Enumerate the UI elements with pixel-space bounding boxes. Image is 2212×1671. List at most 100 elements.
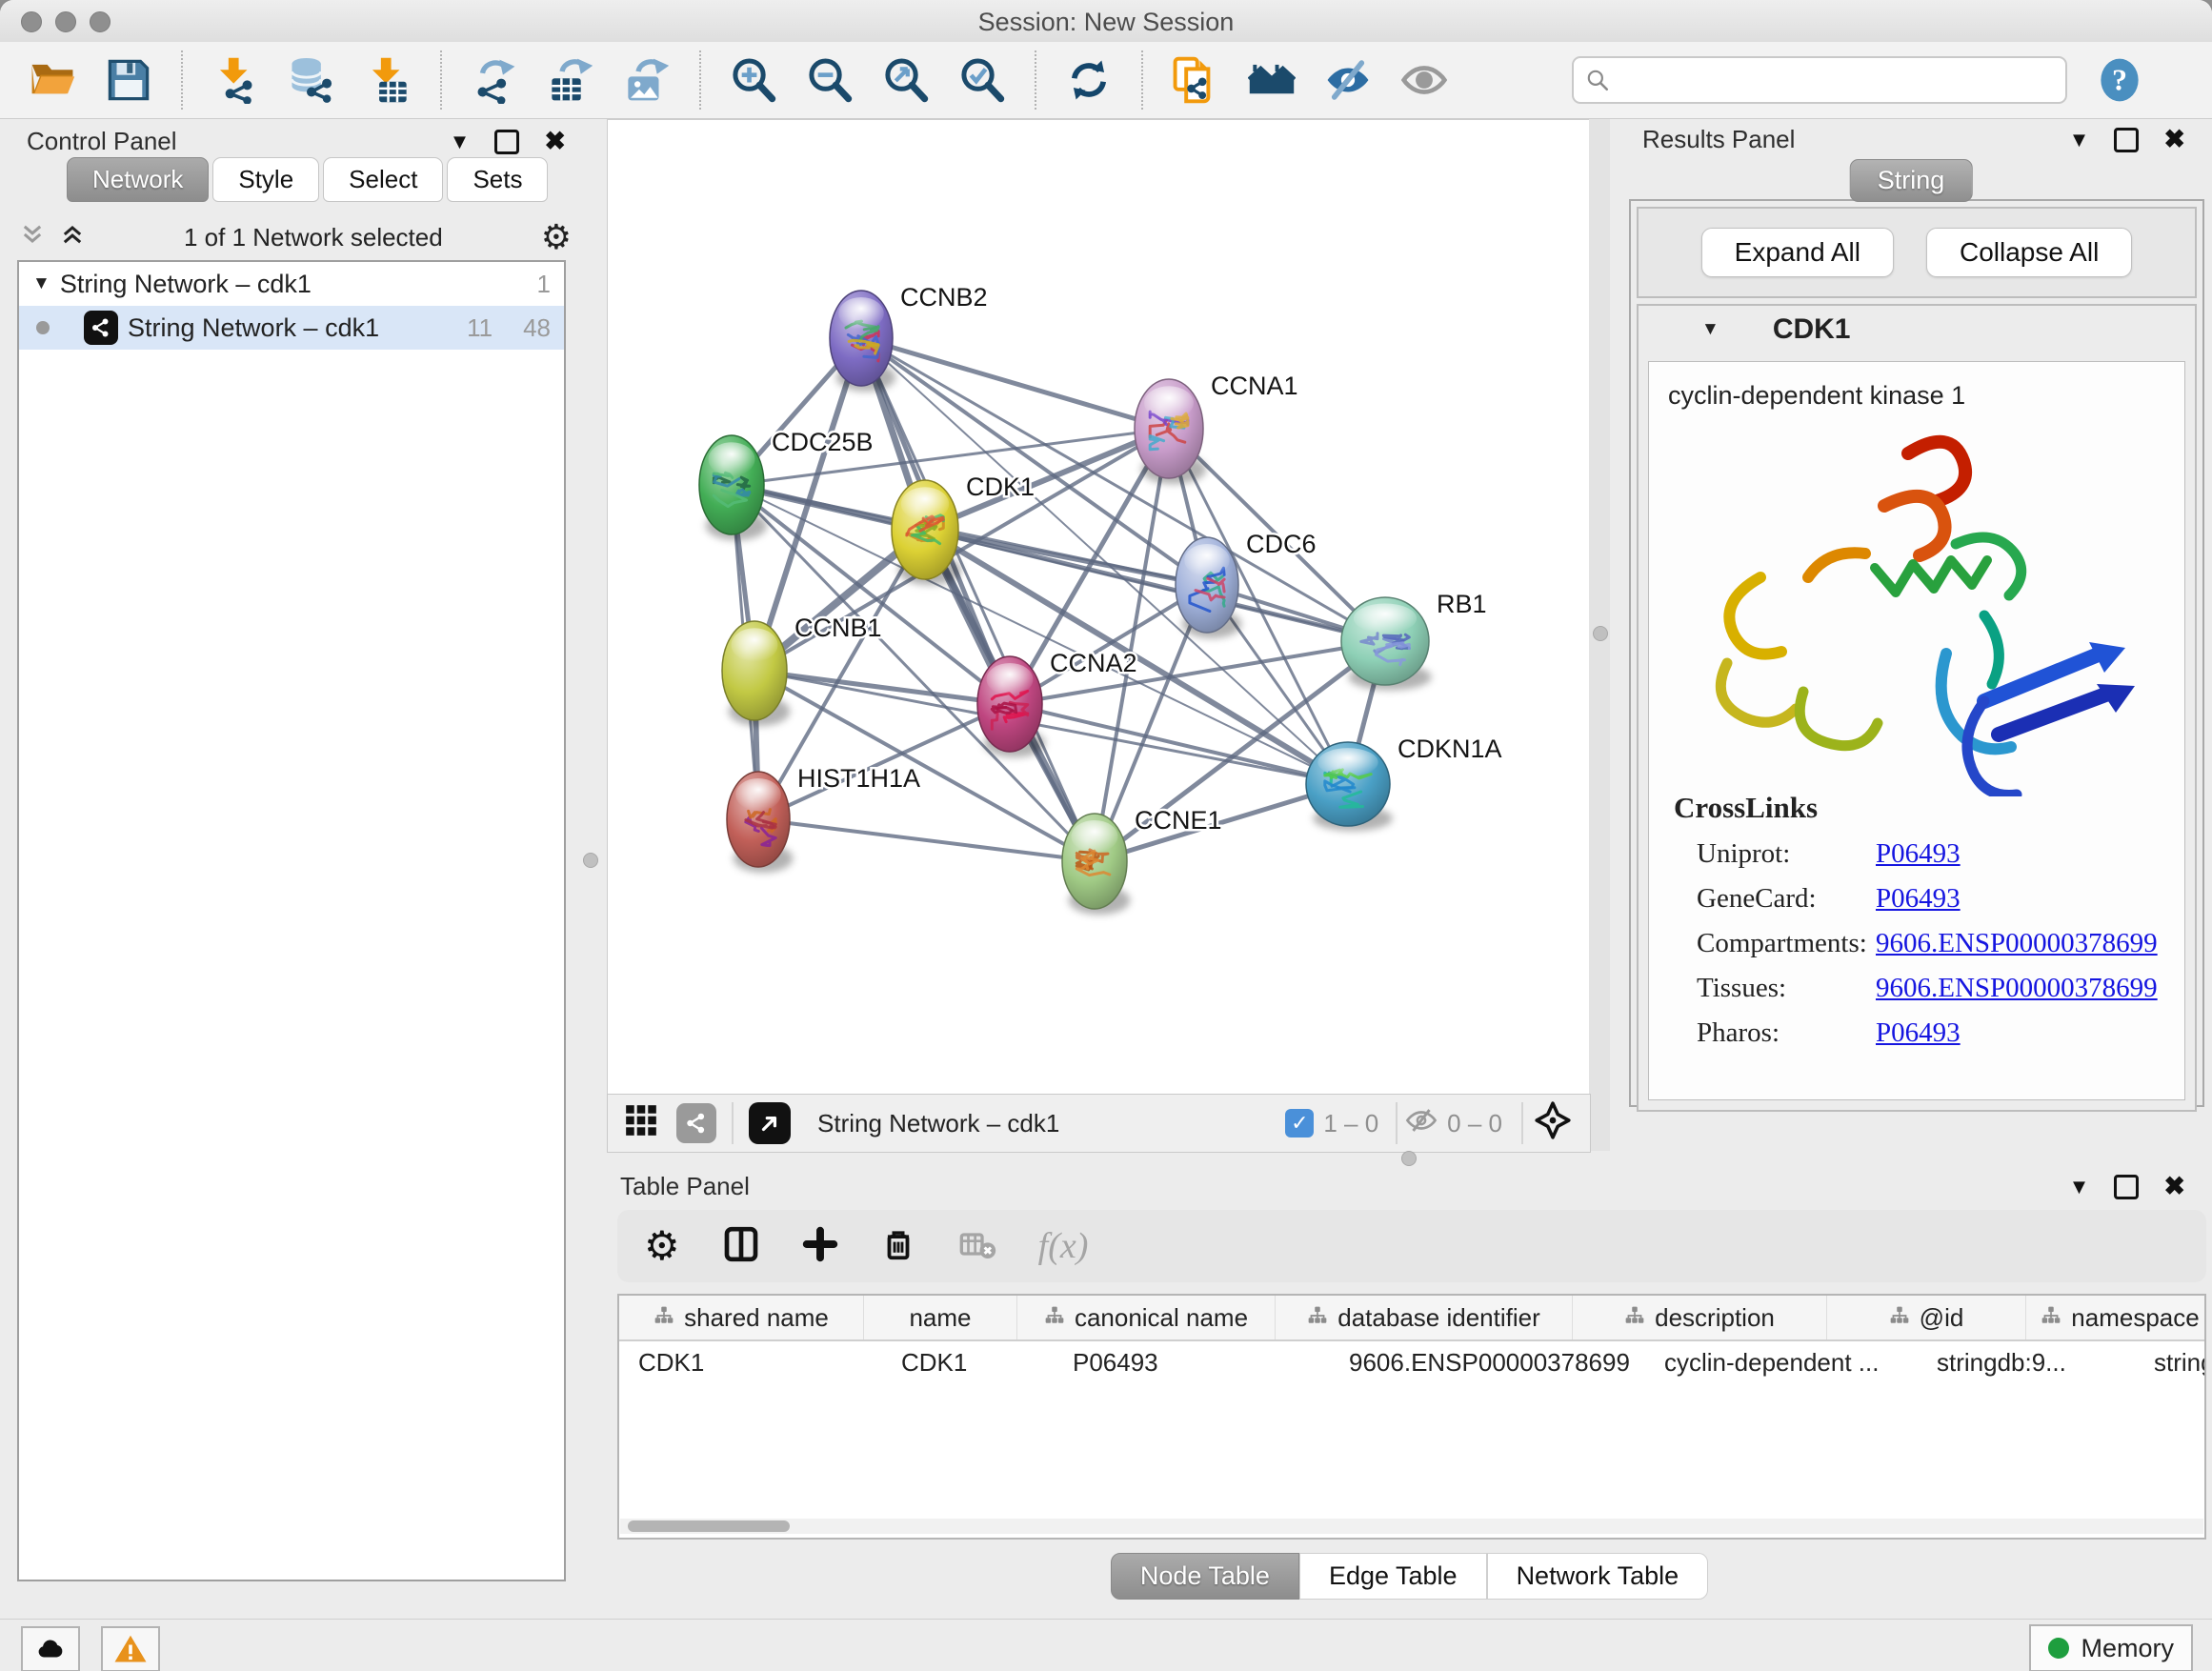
network-options-gear-icon[interactable]: ⚙ <box>541 220 572 254</box>
column-header--id[interactable]: @id <box>1827 1296 2026 1339</box>
search-box <box>1572 56 2067 104</box>
function-builder-icon[interactable]: f(x) <box>1038 1225 1089 1267</box>
network-view-share-icon[interactable] <box>676 1103 716 1143</box>
tab-sets[interactable]: Sets <box>447 157 548 202</box>
tab-network[interactable]: Network <box>67 157 209 202</box>
control-panel-maximize-icon[interactable] <box>494 130 519 154</box>
import-table-icon[interactable] <box>364 56 412 104</box>
crosslink-label: Compartments: <box>1674 928 1876 959</box>
import-database-icon[interactable] <box>288 56 335 104</box>
open-session-icon[interactable] <box>29 56 76 104</box>
tab-style[interactable]: Style <box>212 157 319 202</box>
network-collection-row[interactable]: ▼ String Network – cdk1 1 <box>19 262 564 306</box>
first-neighbors-houses-icon[interactable] <box>1248 56 1296 104</box>
right-splitter[interactable] <box>1589 119 1610 1151</box>
table-row[interactable]: CDK1CDK1P064939606.ENSP00000378699cyclin… <box>619 1341 2204 1383</box>
network-edge-CCNA2-HIST1H1A[interactable] <box>758 704 1010 819</box>
delete-table-icon[interactable] <box>958 1225 996 1268</box>
table-settings-gear-icon[interactable]: ⚙ <box>644 1226 680 1266</box>
fit-selected-crosshair-icon[interactable] <box>1533 1100 1573 1147</box>
entry-expander-icon[interactable]: ▼ <box>1701 319 1719 340</box>
table-cell[interactable]: 9606.ENSP00000378699 <box>1330 1341 1645 1383</box>
memory-button[interactable]: Memory <box>2029 1624 2193 1671</box>
table-cell[interactable]: CDK1 <box>882 1341 1054 1383</box>
column-header-database-identifier[interactable]: database identifier <box>1276 1296 1573 1339</box>
scrollbar-thumb[interactable] <box>628 1520 790 1532</box>
column-header-name[interactable]: name <box>864 1296 1017 1339</box>
tab-select[interactable]: Select <box>323 157 443 202</box>
network-edge-CCNA2-CDKN1A[interactable] <box>1010 704 1348 784</box>
table-panel-maximize-icon[interactable] <box>2114 1175 2139 1199</box>
show-all-eye-icon[interactable] <box>1400 56 1448 104</box>
column-header-description[interactable]: description <box>1573 1296 1827 1339</box>
column-header-shared-name[interactable]: shared name <box>619 1296 864 1339</box>
expand-all-networks-icon[interactable] <box>59 221 86 254</box>
help-button[interactable]: ? <box>2096 56 2143 104</box>
collapse-all-networks-icon[interactable] <box>19 221 46 254</box>
detach-view-icon[interactable] <box>749 1102 791 1144</box>
collection-expander-icon[interactable]: ▼ <box>32 273 50 294</box>
column-header-namespace[interactable]: namespace <box>2026 1296 2206 1339</box>
expand-all-button[interactable]: Expand All <box>1701 228 1894 277</box>
control-panel-tabs: Network Style Select Sets <box>67 157 552 202</box>
table-panel: Table Panel ▼ ✖ ⚙ f(x) shared namenameca… <box>607 1164 2212 1620</box>
control-panel-close-icon[interactable]: ✖ <box>544 127 566 156</box>
network-view-toolbar: String Network – cdk1 ✓ 1 – 0 0 – 0 <box>607 1094 1591 1153</box>
network-edge-count: 48 <box>523 313 551 343</box>
table-cell[interactable]: P06493 <box>1054 1341 1330 1383</box>
add-column-icon[interactable] <box>802 1226 838 1267</box>
cloud-status-button[interactable] <box>21 1626 80 1671</box>
export-image-icon[interactable] <box>623 56 671 104</box>
table-panel-float-icon[interactable]: ▼ <box>2069 1175 2090 1199</box>
import-network-icon[interactable] <box>211 56 259 104</box>
refresh-icon[interactable] <box>1065 56 1113 104</box>
table-tab-node-table[interactable]: Node Table <box>1111 1553 1299 1600</box>
table-horizontal-scrollbar[interactable] <box>620 1519 2203 1534</box>
collapse-all-button[interactable]: Collapse All <box>1926 228 2132 277</box>
control-panel-float-icon[interactable]: ▼ <box>450 130 471 154</box>
node-result-entry: ▼ CDK1 cyclin-dependent kinase 1 <box>1637 304 2197 1112</box>
node-label-HIST1H1A: HIST1H1A <box>797 764 920 793</box>
table-cell[interactable]: stringdb <box>2135 1341 2206 1383</box>
results-panel-maximize-icon[interactable] <box>2114 128 2139 152</box>
crosslink-link[interactable]: P06493 <box>1876 1017 1961 1049</box>
table-tab-edge-table[interactable]: Edge Table <box>1299 1553 1487 1600</box>
delete-column-icon[interactable] <box>880 1226 916 1267</box>
column-header-canonical-name[interactable]: canonical name <box>1017 1296 1276 1339</box>
results-panel-title: Results Panel <box>1642 125 1795 154</box>
hide-selected-eye-icon[interactable] <box>1324 56 1372 104</box>
show-columns-icon[interactable] <box>722 1225 760 1268</box>
clone-network-icon[interactable] <box>1172 56 1219 104</box>
export-table-icon[interactable] <box>547 56 594 104</box>
left-splitter[interactable] <box>583 119 596 1605</box>
zoom-fit-icon[interactable] <box>882 56 930 104</box>
table-cell[interactable]: cyclin-dependent ... <box>1645 1341 1918 1383</box>
results-panel-float-icon[interactable]: ▼ <box>2069 128 2090 152</box>
zoom-out-icon[interactable] <box>806 56 854 104</box>
network-row[interactable]: String Network – cdk1 11 48 <box>19 306 564 350</box>
crosslink-label: Pharos: <box>1674 1017 1876 1049</box>
table-cell[interactable]: CDK1 <box>619 1341 882 1383</box>
selected-nodes-icon[interactable]: ✓ <box>1285 1109 1314 1137</box>
grid-mode-icon[interactable] <box>623 1102 659 1145</box>
network-edge-CCNB2-CCNA1[interactable] <box>861 338 1169 429</box>
crosslink-link[interactable]: 9606.ENSP00000378699 <box>1876 973 2158 1004</box>
crosslink-link[interactable]: P06493 <box>1876 883 1961 915</box>
network-view-canvas[interactable]: CCNB2CCNA1CDC25BCDK1CDC6RB1CCNB1CCNA2CDK… <box>607 119 1591 1096</box>
table-panel-close-icon[interactable]: ✖ <box>2163 1172 2185 1201</box>
crosslink-link[interactable]: 9606.ENSP00000378699 <box>1876 928 2158 959</box>
zoom-selected-icon[interactable] <box>958 56 1006 104</box>
save-session-icon[interactable] <box>105 56 152 104</box>
results-panel-close-icon[interactable]: ✖ <box>2163 125 2185 154</box>
warning-status-button[interactable] <box>101 1626 160 1671</box>
results-tab-string[interactable]: String <box>1850 159 1973 202</box>
network-edge-CCNE1-HIST1H1A[interactable] <box>758 819 1095 861</box>
search-input[interactable] <box>1618 66 2054 94</box>
export-network-icon[interactable] <box>471 56 518 104</box>
network-tree: ▼ String Network – cdk1 1 String Network… <box>17 260 566 1581</box>
table-tab-network-table[interactable]: Network Table <box>1487 1553 1709 1600</box>
crosslink-link[interactable]: P06493 <box>1876 838 1961 870</box>
table-cell[interactable]: stringdb:9... <box>1918 1341 2135 1383</box>
zoom-in-icon[interactable] <box>730 56 777 104</box>
node-label-CDC25B: CDC25B <box>772 428 874 456</box>
